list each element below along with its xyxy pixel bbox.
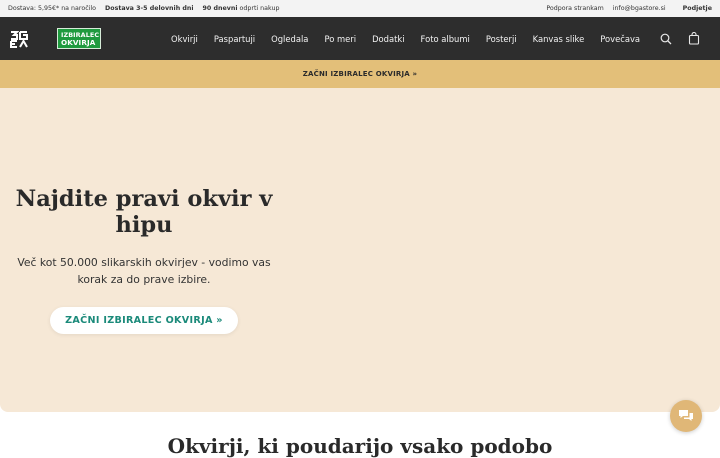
nav-item-dodatki[interactable]: Dodatki [372,34,404,44]
top-info-bar: Dostava: 5,95€* na naročilo Dostava 3-5 … [0,0,720,17]
hero-subtitle: Več kot 50.000 slikarskih okvirjev - vod… [17,256,271,286]
badge-line-2: OKVIRJA [61,38,96,47]
nav-menu: Okvirji Paspartuji Ogledala Po meri Doda… [171,17,656,60]
brand-logo-icon[interactable] [10,30,30,48]
nav-item-paspartuji[interactable]: Paspartuji [214,34,255,44]
nav-item-okvirji[interactable]: Okvirji [171,34,198,44]
shipping-info: Dostava: 5,95€* na naročilo [8,5,97,12]
company-link[interactable]: Podjetje [683,5,712,12]
start-frame-selector-button[interactable]: ZAČNI IZBIRALEC OKVIRJA » [50,307,238,334]
nav-item-po-meri[interactable]: Po meri [324,34,356,44]
chat-button[interactable] [670,400,702,432]
promo-banner[interactable]: ZAČNI IZBIRALEC OKVIRJA » [0,60,720,88]
chat-icon [679,410,693,421]
hero-title: Najdite pravi okvir v hipu [15,186,273,238]
support-link[interactable]: Podpora strankam [546,5,603,12]
top-info-left: Dostava: 5,95€* na naročilo Dostava 3-5 … [8,5,279,12]
returns-rest: odprti nakup [239,5,280,12]
section-title: Okvirji, ki poudarijo vsako podobo [167,434,553,458]
nav-item-povecava[interactable]: Povečava [600,34,640,44]
nav-item-posterji[interactable]: Posterji [486,34,517,44]
shopping-bag-icon[interactable] [688,32,700,45]
nav-item-kanvas-slike[interactable]: Kanvas slike [533,34,585,44]
delivery-info: Dostava 3-5 delovnih dni [105,5,194,12]
main-navigation: IZBIRALEC OKVIRJA Okvirji Paspartuji Ogl… [0,17,720,60]
top-info-right: Podpora strankam info@bgastore.si Podjet… [546,5,712,12]
email-link[interactable]: info@bgastore.si [613,5,666,12]
nav-item-ogledala[interactable]: Ogledala [271,34,308,44]
search-icon[interactable] [660,33,672,45]
hero-section: Najdite pravi okvir v hipu Več kot 50.00… [0,88,720,412]
promo-text[interactable]: ZAČNI IZBIRALEC OKVIRJA » [303,70,418,78]
returns-info: 90 dnevni odprti nakup [203,5,280,12]
frame-selector-badge[interactable]: IZBIRALEC OKVIRJA [57,28,101,49]
nav-item-foto-albumi[interactable]: Foto albumi [421,34,470,44]
returns-bold: 90 dnevni [202,5,238,12]
